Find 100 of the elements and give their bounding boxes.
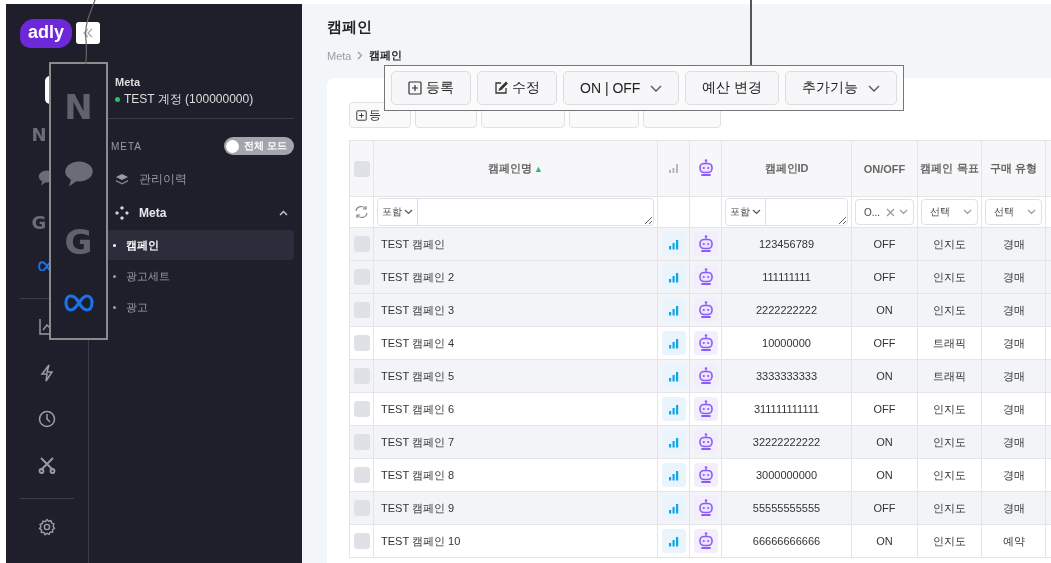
checkbox[interactable] bbox=[353, 533, 370, 549]
robot-icon[interactable] bbox=[693, 529, 718, 553]
table-cell: 예약 bbox=[1002, 534, 1025, 547]
logo[interactable]: adly bbox=[20, 18, 73, 48]
table-cell: 경매 bbox=[1002, 270, 1025, 283]
condition-dropdown[interactable]: 포함 bbox=[726, 199, 766, 225]
table-cell: 인지도 bbox=[933, 501, 966, 514]
lightning-icon[interactable] bbox=[39, 364, 55, 382]
table-cell: 트래픽 bbox=[933, 336, 966, 349]
table-cell: 인지도 bbox=[933, 468, 966, 481]
table-cell: 인지도 bbox=[933, 237, 966, 250]
robot-icon[interactable] bbox=[693, 331, 718, 355]
bar-chart-icon[interactable] bbox=[661, 397, 686, 421]
chevron-down-icon bbox=[650, 84, 663, 92]
table-cell: TEST 캠페인 6 bbox=[381, 402, 455, 415]
table-cell: ON bbox=[876, 436, 893, 448]
tools-icon[interactable] bbox=[38, 456, 56, 474]
table-cell: 인지도 bbox=[933, 270, 966, 283]
bar-chart-icon[interactable] bbox=[661, 496, 686, 520]
chevron-right-icon bbox=[357, 51, 364, 60]
table-cell: OFF bbox=[873, 403, 896, 415]
settings-icon[interactable] bbox=[38, 518, 56, 536]
select-dropdown[interactable]: 선택 bbox=[921, 199, 978, 225]
table-cell: 인지도 bbox=[933, 435, 966, 448]
column-header[interactable]: 캠페인명 bbox=[488, 162, 533, 174]
robot-icon[interactable] bbox=[693, 232, 718, 256]
nav-subitem[interactable]: 광고 bbox=[101, 292, 294, 322]
clock-icon[interactable] bbox=[38, 410, 56, 428]
checkbox[interactable] bbox=[353, 160, 370, 177]
table-cell: TEST 캠페인 4 bbox=[381, 336, 455, 349]
table-cell: 인지도 bbox=[933, 534, 966, 547]
checkbox[interactable] bbox=[353, 401, 370, 417]
table-cell: TEST 캠페인 8 bbox=[381, 468, 455, 481]
toolbar-button[interactable]: 등록 bbox=[391, 71, 471, 105]
column-header[interactable]: ON/OFF bbox=[863, 162, 906, 175]
robot-icon[interactable] bbox=[693, 265, 718, 289]
select-dropdown[interactable]: 선택 bbox=[985, 199, 1042, 225]
column-header[interactable]: 캠페인 목표 bbox=[920, 162, 979, 174]
refresh-icon[interactable] bbox=[354, 205, 369, 220]
bar-chart-icon[interactable] bbox=[661, 529, 686, 553]
nav-subitem[interactable]: 광고세트 bbox=[101, 261, 294, 291]
table-cell: 55555555555 bbox=[752, 502, 821, 514]
collapse-button[interactable] bbox=[76, 22, 101, 44]
table-cell: 3000000000 bbox=[755, 469, 818, 481]
toolbar-button[interactable]: 수정 bbox=[477, 71, 557, 105]
robot-icon[interactable] bbox=[693, 364, 718, 388]
table-cell: 경매 bbox=[1002, 468, 1025, 481]
status-dropdown[interactable]: O... bbox=[855, 199, 914, 225]
table-cell: TEST 캠페인 9 bbox=[381, 501, 455, 514]
nav-item[interactable]: Meta bbox=[101, 196, 294, 229]
robot-icon[interactable] bbox=[693, 298, 718, 322]
chevron-down-icon bbox=[963, 209, 972, 215]
bar-chart-icon[interactable] bbox=[661, 265, 686, 289]
dots-icon bbox=[115, 205, 129, 220]
nav-item[interactable]: 관리이력 bbox=[101, 163, 294, 196]
bar-chart-icon[interactable] bbox=[661, 331, 686, 355]
robot-icon[interactable] bbox=[693, 496, 718, 520]
chevron-down-icon bbox=[404, 209, 413, 215]
table-cell: TEST 캠페인 bbox=[381, 237, 445, 250]
robot-icon[interactable] bbox=[693, 463, 718, 487]
column-header[interactable]: 캠페인ID bbox=[764, 162, 809, 174]
table-cell: 경매 bbox=[1002, 369, 1025, 382]
column-header[interactable]: 구매 유형 bbox=[989, 162, 1038, 174]
table-cell: 경매 bbox=[1002, 402, 1025, 415]
filter-field[interactable]: 포함 bbox=[725, 198, 848, 226]
table-cell: 111111111 bbox=[762, 271, 811, 283]
bar-chart-icon[interactable] bbox=[661, 463, 686, 487]
platform-logo: N bbox=[64, 89, 93, 124]
table-cell: OFF bbox=[873, 502, 896, 514]
toolbar-button[interactable]: 예산 변경 bbox=[685, 71, 780, 105]
robot-icon[interactable] bbox=[693, 397, 718, 421]
double-chevron-icon bbox=[83, 28, 94, 38]
table-cell: 32222222222 bbox=[752, 436, 821, 448]
platform-name: Meta bbox=[115, 76, 142, 88]
table-cell: 경매 bbox=[1002, 336, 1025, 349]
page-title: 캠페인 bbox=[327, 18, 373, 37]
toolbar-button[interactable]: ON | OFF bbox=[563, 71, 680, 105]
account-name: TEST 계정 (100000000) bbox=[124, 91, 254, 108]
table-cell: 경매 bbox=[1002, 435, 1025, 448]
toolbar-button[interactable]: 추가기능 bbox=[785, 71, 898, 105]
table-cell: 경매 bbox=[1002, 501, 1025, 514]
bar-chart-icon[interactable] bbox=[661, 364, 686, 388]
robot-icon[interactable] bbox=[693, 430, 718, 454]
table-cell: 트래픽 bbox=[933, 369, 966, 382]
table-cell: OFF bbox=[873, 271, 896, 283]
table-cell: 인지도 bbox=[933, 303, 966, 316]
table-cell: 경매 bbox=[1002, 237, 1025, 250]
filter-field[interactable]: 포함 bbox=[377, 198, 654, 226]
bar-chart-icon[interactable] bbox=[661, 430, 686, 454]
checkbox[interactable] bbox=[353, 335, 370, 351]
table-cell: 2222222222 bbox=[755, 304, 818, 316]
bar-chart-icon[interactable] bbox=[661, 298, 686, 322]
table-cell: TEST 캠페인 5 bbox=[381, 369, 455, 382]
bar-chart-icon[interactable] bbox=[661, 232, 686, 256]
section-label: META bbox=[111, 140, 143, 152]
table-cell: 66666666666 bbox=[752, 535, 821, 547]
condition-dropdown[interactable]: 포함 bbox=[378, 199, 418, 225]
edit-icon bbox=[494, 81, 508, 95]
table-cell: 3333333333 bbox=[755, 370, 818, 382]
checkbox[interactable] bbox=[353, 467, 370, 483]
